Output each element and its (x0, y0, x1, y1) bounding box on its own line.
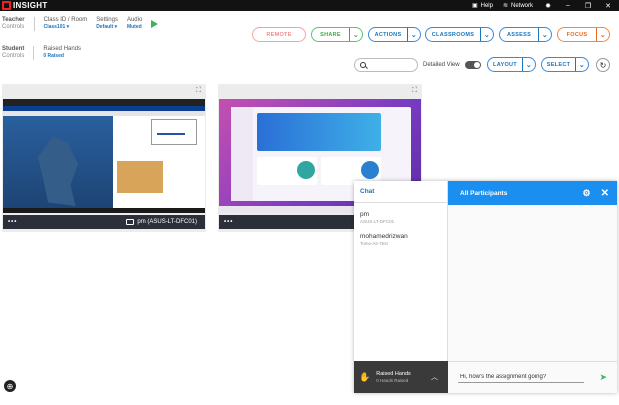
help-icon: ▣ (471, 3, 478, 9)
participant-item[interactable]: pm ASUS-LT-DFC01 (354, 203, 447, 225)
close-button[interactable]: ✕ (603, 2, 613, 10)
teacher-controls-row: Teacher Controls Class ID / Room Class10… (2, 17, 159, 31)
message-composer: ➤ (448, 361, 617, 393)
layout-button[interactable]: LAYOUT ⌄ (487, 57, 536, 72)
classrooms-button[interactable]: CLASSROOMS ⌄ (425, 27, 494, 42)
chat-header: All Participants ⚙ ✕ (448, 181, 617, 205)
student-controls-label: Student Controls (2, 46, 25, 59)
raised-hand-icon: ✋ (359, 371, 371, 382)
wifi-icon: ≋ (502, 3, 508, 9)
participants-list: Chat pm ASUS-LT-DFC01 mohamedrizwan Tomo… (354, 181, 448, 393)
insight-logo-icon (2, 1, 11, 10)
participant-name: pm (360, 211, 370, 218)
message-input[interactable] (458, 372, 584, 383)
focus-button[interactable]: FOCUS ⌄ (557, 27, 610, 42)
refresh-button[interactable]: ↻ (596, 58, 610, 72)
more-options-icon[interactable]: ••• (224, 219, 233, 225)
divider (33, 17, 35, 31)
audio-selector[interactable]: Audio Muted (127, 17, 142, 31)
more-options-icon[interactable]: ••• (8, 219, 17, 225)
raised-hands-status[interactable]: Raised Hands 0 Raised (43, 46, 81, 60)
gear-icon[interactable]: ⚙ (583, 188, 591, 199)
detailed-view-toggle[interactable] (465, 61, 481, 69)
search-box[interactable] (354, 58, 418, 72)
refresh-icon: ↻ (599, 60, 607, 70)
teacher-controls-label: Teacher Controls (2, 17, 25, 30)
participant-name: mohamedrizwan (360, 233, 408, 240)
search-input[interactable] (369, 62, 417, 68)
class-room-selector[interactable]: Class ID / Room Class101 ▾ (44, 17, 88, 31)
chevron-down-icon[interactable]: ⌄ (480, 28, 493, 41)
expand-icon[interactable]: ⛶ (196, 87, 201, 95)
share-button[interactable]: SHARE ⌄ (311, 27, 363, 42)
chevron-down-icon[interactable]: ⌄ (538, 28, 551, 41)
raised-hands-label: Raised Hands (376, 370, 411, 377)
expand-icon[interactable]: ⛶ (412, 87, 417, 95)
student-name: pm (ASUS-LT-DFC01) (137, 219, 197, 225)
chevron-down-icon[interactable]: ⌄ (407, 28, 420, 41)
chat-panel: Chat pm ASUS-LT-DFC01 mohamedrizwan Tomo… (354, 181, 617, 393)
raised-hands-count: 0 Hands Raised (376, 377, 409, 383)
student-screen-thumbnail[interactable] (3, 99, 205, 213)
tab-chat[interactable]: Chat (354, 181, 447, 203)
tile-footer: ••• pm (ASUS-LT-DFC01) (3, 215, 205, 229)
chevron-down-icon[interactable]: ⌄ (596, 28, 609, 41)
help-button[interactable]: ▣ Help (471, 2, 493, 10)
raised-hands-panel[interactable]: ✋ Raised Hands 0 Hands Raised ︿ (354, 361, 448, 393)
monitor-icon (126, 219, 135, 225)
help-label: Help (480, 2, 493, 9)
gear-icon[interactable]: ✹ (543, 2, 553, 10)
chat-conversation: All Participants ⚙ ✕ ➤ (448, 181, 617, 393)
app-logo: INSIGHT (2, 1, 48, 10)
search-icon (360, 62, 366, 68)
network-button[interactable]: ≋ Network (502, 2, 533, 10)
close-icon[interactable]: ✕ (601, 188, 609, 199)
actions-button[interactable]: ACTIONS ⌄ (368, 27, 421, 42)
send-icon[interactable]: ➤ (599, 372, 607, 383)
student-controls-row: Student Controls Raised Hands 0 Raised (2, 46, 81, 60)
chevron-down-icon[interactable]: ⌄ (522, 58, 535, 71)
minimize-button[interactable]: – (563, 2, 573, 9)
detailed-view-label: Detailed View (423, 62, 460, 68)
chevron-down-icon[interactable]: ⌄ (349, 28, 362, 41)
participant-device: Tomo-Air-Test (360, 241, 388, 246)
divider (33, 46, 35, 60)
chevron-up-icon[interactable]: ︿ (431, 372, 438, 382)
restore-button[interactable]: ❐ (583, 2, 593, 10)
title-bar: INSIGHT ▣ Help ≋ Network ✹ – ❐ ✕ (0, 0, 619, 11)
network-label: Network (510, 2, 533, 9)
settings-selector[interactable]: Settings Default ▾ (96, 17, 118, 31)
globe-icon[interactable]: ⊕ (4, 380, 16, 392)
chevron-down-icon[interactable]: ⌄ (575, 58, 588, 71)
participant-item[interactable]: mohamedrizwan Tomo-Air-Test (354, 225, 447, 247)
student-tile[interactable]: ⛶ ••• pm (ASUS-LT-DFC01) (2, 84, 206, 232)
select-button[interactable]: SELECT ⌄ (541, 57, 589, 72)
chat-header-title: All Participants (460, 189, 508, 197)
play-icon[interactable] (151, 20, 159, 28)
assess-button[interactable]: ASSESS ⌄ (499, 27, 552, 42)
app-name: INSIGHT (13, 1, 48, 10)
remote-button[interactable]: REMOTE (252, 27, 306, 42)
